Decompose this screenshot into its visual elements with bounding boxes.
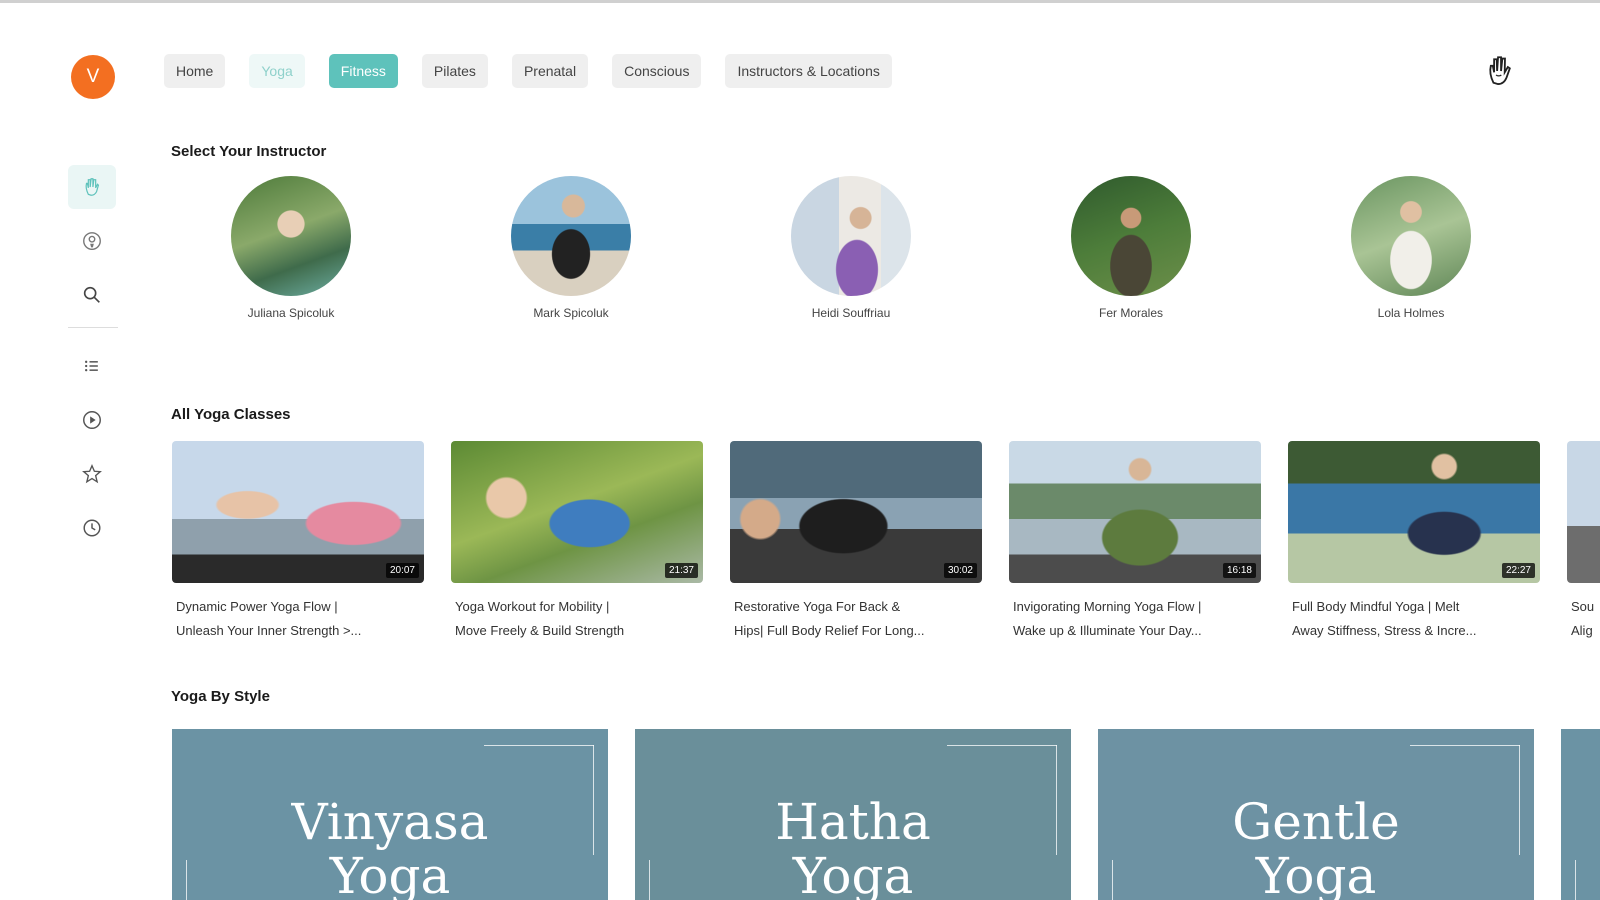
sidebar-home-button[interactable] [68, 165, 116, 209]
class-title: Sou Alig [1571, 599, 1595, 638]
sidebar-history-button[interactable] [68, 506, 116, 550]
style-card-partial[interactable] [1561, 729, 1600, 900]
instructor-card[interactable]: Fer Morales [1001, 176, 1261, 320]
class-thumbnail: 20:07 [172, 441, 424, 583]
instructor-photo [1071, 176, 1191, 296]
tab-instructors-locations[interactable]: Instructors & Locations [725, 54, 892, 88]
class-card[interactable]: 21:37 Yoga Workout for Mobility | Move Fr… [451, 441, 703, 641]
instructor-name: Heidi Souffriau [811, 306, 891, 320]
sidebar [68, 165, 118, 560]
class-title: Full Body Mindful Yoga | Melt Away Stiffn… [1292, 599, 1477, 638]
class-thumbnail: 21:37 [451, 441, 703, 583]
instructor-card[interactable]: Mark Spicoluk [441, 176, 701, 320]
classes-section-title: All Yoga Classes [171, 406, 291, 423]
hand-logo-icon [1489, 56, 1511, 85]
search-icon [83, 286, 100, 303]
instructor-name: Mark Spicoluk [533, 306, 609, 320]
user-avatar[interactable]: V [71, 55, 115, 99]
play-icon [83, 411, 101, 429]
class-thumbnail: 16:18 [1009, 441, 1261, 583]
styles-section-title: Yoga By Style [171, 688, 270, 705]
instructor-photo [791, 176, 911, 296]
instructor-photo [231, 176, 351, 296]
podcast-icon [83, 232, 101, 250]
history-icon [83, 519, 101, 537]
frame-line [947, 745, 1057, 746]
instructor-card[interactable]: Juliana Spicoluk [161, 176, 421, 320]
duration-badge: 16:18 [1222, 563, 1256, 578]
hand-logo-icon [85, 178, 100, 196]
class-card[interactable]: 30:02 Restorative Yoga For Back & Hips| F… [730, 441, 982, 641]
tab-home[interactable]: Home [164, 54, 226, 88]
class-card[interactable]: 16:18 Invigorating Morning Yoga Flow | Wa… [1009, 441, 1261, 641]
tab-prenatal[interactable]: Prenatal [511, 54, 589, 88]
tab-conscious[interactable]: Conscious [612, 54, 702, 88]
top-divider [0, 0, 1600, 3]
duration-badge: 21:37 [664, 563, 698, 578]
class-card[interactable]: Sou Alig [1567, 441, 1600, 641]
frame-line [1410, 745, 1520, 746]
star-icon [82, 464, 102, 484]
class-thumbnail [1567, 441, 1600, 583]
instructor-name: Juliana Spicoluk [247, 306, 335, 320]
sidebar-favorites-button[interactable] [68, 452, 116, 496]
duration-badge: 30:02 [943, 563, 977, 578]
tab-yoga[interactable]: Yoga [249, 54, 305, 88]
style-label: Vinyasa Yoga [291, 793, 489, 900]
sidebar-list-button[interactable] [68, 344, 116, 388]
class-thumbnail: 22:27 [1288, 441, 1540, 583]
sidebar-divider [68, 327, 118, 328]
instructor-carousel: Juliana Spicoluk Mark Spicoluk Heidi Sou… [171, 176, 1571, 326]
duration-badge: 20:07 [385, 563, 419, 578]
classes-carousel: 20:07 Dynamic Power Yoga Flow | Unleash Y… [172, 441, 1600, 641]
instructor-card[interactable]: Lola Holmes [1281, 176, 1541, 320]
style-label: Gentle Yoga [1232, 793, 1400, 900]
instructor-card[interactable]: Heidi Souffriau [721, 176, 981, 320]
style-card-gentle[interactable]: Gentle Yoga [1098, 729, 1534, 900]
class-title: Dynamic Power Yoga Flow | Unleash Your In… [176, 599, 362, 638]
list-icon [85, 360, 98, 372]
avatar-initial: V [86, 66, 100, 87]
instructors-section-title: Select Your Instructor [171, 143, 327, 160]
brand-logo[interactable] [1483, 53, 1517, 89]
frame-line [1575, 860, 1576, 900]
styles-carousel: Vinyasa Yoga Hatha Yoga Gentle Yoga [172, 729, 1600, 900]
top-nav: Home Yoga Fitness Pilates Prenatal Consc… [164, 54, 916, 88]
tab-fitness[interactable]: Fitness [328, 54, 398, 88]
class-card[interactable]: 22:27 Full Body Mindful Yoga | Melt Away … [1288, 441, 1540, 641]
instructor-photo [1351, 176, 1471, 296]
instructor-name: Fer Morales [1098, 306, 1163, 320]
style-label: Hatha Yoga [775, 793, 931, 900]
instructor-photo [511, 176, 631, 296]
sidebar-play-button[interactable] [68, 398, 116, 442]
class-thumbnail: 30:02 [730, 441, 982, 583]
frame-line [484, 745, 594, 746]
class-title: Yoga Workout for Mobility | Move Freely &… [455, 599, 625, 638]
class-title: Invigorating Morning Yoga Flow | Wake up … [1013, 599, 1202, 638]
instructor-name: Lola Holmes [1377, 306, 1445, 320]
sidebar-search-button[interactable] [68, 273, 116, 317]
class-card[interactable]: 20:07 Dynamic Power Yoga Flow | Unleash Y… [172, 441, 424, 641]
sidebar-podcast-button[interactable] [68, 219, 116, 263]
style-card-hatha[interactable]: Hatha Yoga [635, 729, 1071, 900]
duration-badge: 22:27 [1501, 563, 1535, 578]
class-title: Restorative Yoga For Back & Hips| Full Bo… [734, 599, 925, 638]
style-card-vinyasa[interactable]: Vinyasa Yoga [172, 729, 608, 900]
tab-pilates[interactable]: Pilates [421, 54, 488, 88]
